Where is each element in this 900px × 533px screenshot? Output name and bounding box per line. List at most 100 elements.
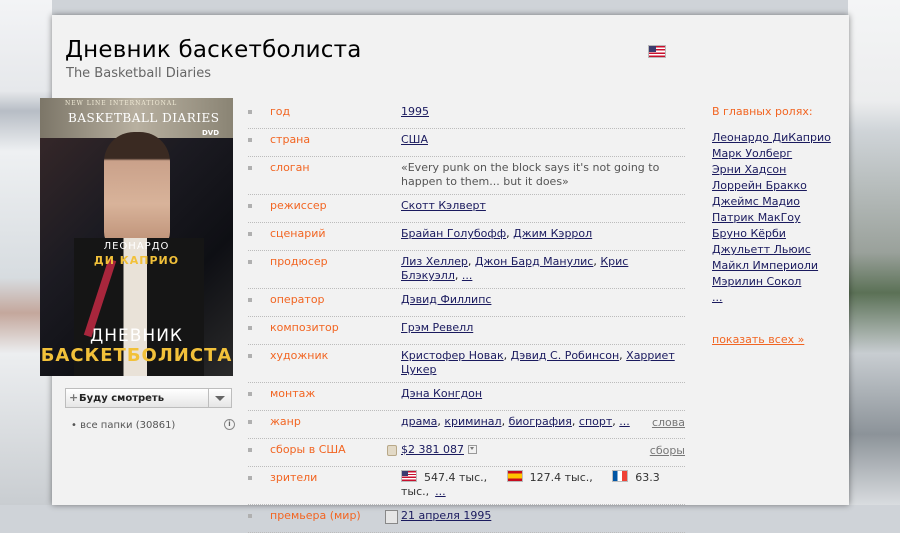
info-value: 21 апреля 1995 [401,509,685,527]
row-bullet-icon [248,232,252,236]
info-value: Дэвид Филлипс [401,293,685,311]
info-value: Кристофер Новак, Дэвид С. Робинсон, Харр… [401,349,675,376]
page-title: Дневник баскетболиста [65,37,362,63]
info-label: страна [270,133,311,146]
director-link[interactable]: Скотт Кэлверт [401,199,486,212]
info-value: Брайан Голубофф, Джим Кэррол [401,227,593,240]
keywords-link[interactable]: слова [652,416,685,429]
info-row-operator: оператор Дэвид Филлипс [248,289,685,317]
will-watch-label: Буду смотреть [79,393,165,404]
box-office-link[interactable]: $2 381 087 [401,443,464,456]
actor-link[interactable]: Марк Уолберг [712,147,792,160]
composer-link[interactable]: Грэм Ревелл [401,321,473,334]
spain-flag-icon [506,470,523,482]
show-all-cast: показать всех » [712,333,842,346]
viewers-more-link[interactable]: ... [435,485,446,498]
country-link[interactable]: США [401,133,428,146]
year-link[interactable]: 1995 [401,105,429,118]
actor-link[interactable]: Лоррейн Бракко [712,179,807,192]
slogan-text: «Every punk on the block says it's not g… [401,161,660,188]
info-icon[interactable]: i [224,419,235,430]
info-row-producer: продюсер Лиз Хеллер, Джон Бард Манулис, … [248,251,685,289]
cast-more-link[interactable]: ... [712,291,723,304]
actor-link[interactable]: Джульетт Льюис [712,243,811,256]
artist-link[interactable]: Кристофер Новак [401,349,504,362]
actor-link[interactable]: Леонардо ДиКаприо [712,131,831,144]
coin-icon [387,445,397,456]
info-row-premiere: премьера (мир) 21 апреля 1995 [248,505,685,533]
poster-actor-last: ДИ КАПРИО [93,254,180,267]
film-page: Дневник баскетболиста The Basketball Dia… [40,15,849,533]
info-value: 1995 [401,105,685,123]
premiere-link[interactable]: 21 апреля 1995 [401,509,491,522]
row-bullet-icon [248,298,252,302]
actor-link[interactable]: Джеймс Мадио [712,195,800,208]
will-watch-dropdown[interactable]: + Буду смотреть [65,388,232,408]
cast-item: Майкл Империоли [712,258,842,274]
film-poster[interactable]: NEW LINE INTERNATIONAL BASKETBALL DIARIE… [40,98,233,376]
row-bullet-icon [248,110,252,114]
cast-item: Эрни Хадсон [712,162,842,178]
info-label: сборы в США [270,443,346,456]
actor-link[interactable]: Бруно Кёрби [712,227,786,240]
producer-more-link[interactable]: ... [462,269,473,282]
cast-item: Бруно Кёрби [712,226,842,242]
info-label: оператор [270,293,325,306]
info-row-country: страна США [248,129,685,157]
genre-link[interactable]: спорт [579,415,612,428]
coin-icon-wrap [383,443,401,461]
original-title: The Basketball Diaries [66,66,212,81]
artist-link[interactable]: Дэвид С. Робинсон [511,349,620,362]
us-flag-icon[interactable] [648,45,666,58]
info-label: жанр [270,415,301,428]
row-bullet-icon [248,166,252,170]
calendar-icon-wrap [383,509,401,527]
genre-link[interactable]: криминал [444,415,501,428]
all-folders-link[interactable]: • все папки (30861) [71,420,175,431]
cast-item: Мэрилин Сокол [712,274,842,290]
info-label: сценарий [270,227,326,240]
poster-title-line2: БАСКЕТБОЛИСТА [40,345,233,366]
producer-link[interactable]: Джон Бард Манулис [475,255,593,268]
show-all-link[interactable]: показать всех » [712,333,804,346]
row-bullet-icon [248,476,252,480]
main-cast: В главных ролях: Леонардо ДиКаприо Марк … [712,105,842,346]
cast-item: Марк Уолберг [712,146,842,162]
producer-link[interactable]: Лиз Хеллер [401,255,468,268]
cast-item: Джеймс Мадио [712,194,842,210]
info-label: премьера (мир) [270,509,361,522]
box-office-side-link[interactable]: сборы [650,444,685,457]
info-row-composer: композитор Грэм Ревелл [248,317,685,345]
editor-link[interactable]: Дэна Конгдон [401,387,482,400]
expand-caret-icon[interactable] [467,444,477,454]
info-row-script: сценарий Брайан Голубофф, Джим Кэррол [248,223,685,251]
info-value: $2 381 087 [401,443,685,461]
actor-link[interactable]: Мэрилин Сокол [712,275,801,288]
info-value: Дэна Конгдон [401,387,685,405]
genre-more-link[interactable]: ... [619,415,630,428]
info-row-artist: художник Кристофер Новак, Дэвид С. Робин… [248,345,685,383]
info-label: продюсер [270,255,328,268]
cast-item: Леонардо ДиКаприо [712,130,842,146]
poster-title-line1: ДНЕВНИК [89,326,184,346]
actor-link[interactable]: Патрик МакГоу [712,211,801,224]
operator-link[interactable]: Дэвид Филлипс [401,293,491,306]
cast-item: Джульетт Льюис [712,242,842,258]
row-bullet-icon [248,420,252,424]
plus-icon: + [69,391,79,404]
info-label: слоган [270,161,310,174]
info-row-viewers: зрители 547.4 тыс., 127.4 тыс., 63.3 тыс… [248,467,685,505]
writer-link[interactable]: Джим Кэррол [513,227,592,240]
info-value: США [401,133,685,151]
actor-link[interactable]: Майкл Империоли [712,259,818,272]
cast-item: Лоррейн Бракко [712,178,842,194]
writer-link[interactable]: Брайан Голубофф [401,227,506,240]
chevron-down-icon[interactable] [208,389,231,407]
dvd-logo-icon: DVD [202,129,220,137]
info-row-director: режиссер Скотт Кэлверт [248,195,685,223]
info-value: Скотт Кэлверт [401,199,685,217]
actor-link[interactable]: Эрни Хадсон [712,163,786,176]
row-bullet-icon [248,138,252,142]
genre-link[interactable]: драма [401,415,437,428]
genre-link[interactable]: биография [509,415,572,428]
